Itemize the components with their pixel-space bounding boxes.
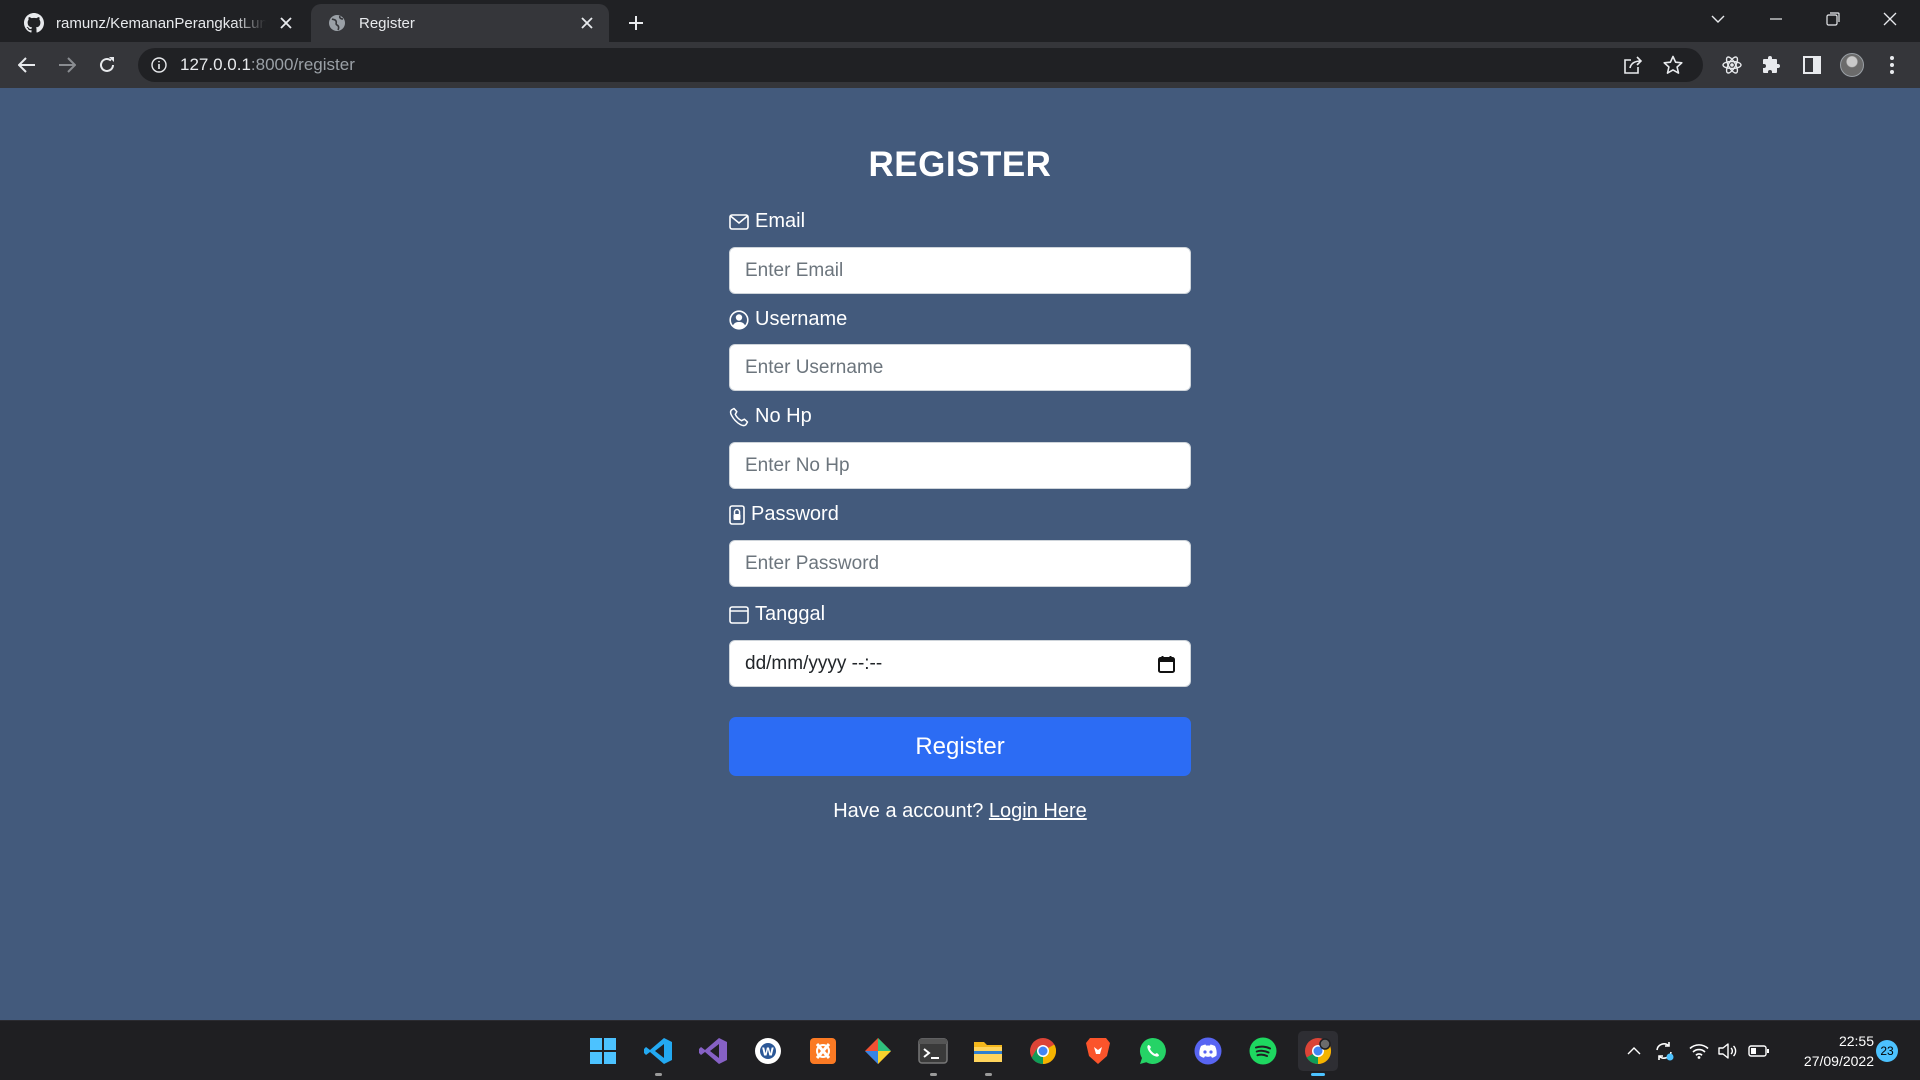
date-input[interactable]: dd/mm/yyyy --:-- [729, 640, 1191, 687]
file-explorer-icon[interactable] [968, 1031, 1008, 1076]
show-hidden-icons-chevron-icon[interactable] [1621, 1037, 1647, 1065]
react-devtools-icon[interactable] [1716, 49, 1748, 81]
close-tab-icon[interactable] [274, 11, 298, 35]
password-label: Password [729, 503, 839, 526]
password-input[interactable] [729, 540, 1191, 587]
close-tab-icon[interactable] [575, 11, 599, 35]
avatar-image [1840, 53, 1864, 77]
globe-icon [327, 13, 347, 33]
more-menu-icon[interactable] [1876, 49, 1908, 81]
lock-icon [729, 504, 745, 525]
register-button[interactable]: Register [729, 717, 1191, 776]
wifi-icon[interactable] [1686, 1037, 1712, 1065]
chrome-icon[interactable] [1023, 1031, 1063, 1071]
url-path: :8000/register [250, 55, 355, 74]
tab-title: Register [359, 14, 415, 32]
visual-studio-icon[interactable] [693, 1031, 733, 1071]
clock-date: 27/09/2022 [1803, 1053, 1874, 1069]
username-label: Username [729, 308, 847, 331]
user-circle-icon [729, 309, 749, 330]
clock-time: 22:55 [1838, 1033, 1874, 1049]
tab-search-chevron-icon[interactable] [1690, 0, 1746, 38]
svg-text:W: W [762, 1046, 774, 1059]
xampp-icon[interactable] [803, 1031, 843, 1071]
calendar-picker-icon[interactable] [1158, 655, 1175, 673]
vscode-icon[interactable] [638, 1031, 678, 1076]
login-link[interactable]: Login Here [989, 800, 1087, 822]
calendar-icon [729, 605, 749, 624]
side-panel-icon[interactable] [1796, 49, 1828, 81]
phone-label: No Hp [729, 405, 812, 428]
discord-icon[interactable] [1188, 1031, 1228, 1071]
tab-github[interactable]: ramunz/KemananPerangkatLunak [8, 4, 308, 42]
profile-avatar[interactable] [1836, 49, 1868, 81]
phone-icon [729, 407, 749, 426]
page-content: REGISTER Email Username No Hp Password T [0, 88, 1920, 1020]
browser-toolbar: 127.0.0.1:8000/register [0, 42, 1920, 88]
page-title: REGISTER [868, 145, 1052, 184]
date-label: Tanggal [729, 603, 825, 626]
email-label: Email [729, 210, 805, 233]
tab-title: ramunz/KemananPerangkatLunak [56, 14, 266, 32]
extensions-puzzle-icon[interactable] [1756, 49, 1788, 81]
url-host: 127.0.0.1 [180, 55, 251, 74]
spotify-icon[interactable] [1243, 1031, 1283, 1071]
phone-input[interactable] [729, 442, 1191, 489]
login-prompt: Have a account? Login Here [729, 800, 1191, 823]
reload-icon[interactable] [91, 49, 123, 81]
tab-register[interactable]: Register [311, 4, 609, 42]
envelope-icon [729, 213, 749, 230]
windows-start-icon[interactable] [583, 1031, 623, 1071]
sync-icon[interactable] [1651, 1037, 1677, 1065]
running-indicator [930, 1073, 937, 1076]
notification-badge[interactable]: 23 [1876, 1040, 1898, 1062]
username-input[interactable] [729, 344, 1191, 391]
url-text: 127.0.0.1:8000/register [180, 55, 355, 75]
github-icon [24, 13, 44, 33]
running-indicator [655, 1073, 662, 1076]
email-input[interactable] [729, 247, 1191, 294]
restore-icon[interactable] [1805, 0, 1861, 38]
windows-taskbar: W 22:55 27/09/2022 23 [0, 1020, 1920, 1080]
terminal-icon[interactable] [913, 1031, 953, 1076]
date-input-value: dd/mm/yyyy --:-- [745, 652, 883, 674]
browser-tab-strip: ramunz/KemananPerangkatLunak Register [0, 0, 1920, 42]
close-window-icon[interactable] [1862, 0, 1918, 38]
battery-icon[interactable] [1746, 1037, 1772, 1065]
system-clock[interactable]: 22:55 27/09/2022 [1784, 1031, 1874, 1071]
chrome-active-icon[interactable] [1298, 1031, 1338, 1076]
bookmark-star-icon[interactable] [1659, 51, 1687, 79]
writer-icon[interactable]: W [748, 1031, 788, 1071]
share-icon[interactable] [1619, 51, 1647, 79]
date-label-text: Tanggal [755, 603, 826, 625]
email-label-text: Email [755, 210, 806, 232]
running-indicator [985, 1073, 992, 1076]
login-prompt-text: Have a account? [833, 800, 984, 822]
username-label-text: Username [755, 308, 848, 330]
forward-arrow-icon[interactable] [51, 49, 83, 81]
back-arrow-icon[interactable] [11, 49, 43, 81]
git-icon[interactable] [858, 1031, 898, 1071]
phone-label-text: No Hp [755, 405, 812, 427]
active-indicator [1311, 1073, 1325, 1076]
new-tab-button[interactable] [622, 9, 650, 37]
info-icon[interactable] [150, 56, 168, 74]
address-bar[interactable]: 127.0.0.1:8000/register [138, 48, 1703, 82]
brave-icon[interactable] [1078, 1031, 1118, 1071]
password-label-text: Password [751, 503, 839, 525]
whatsapp-icon[interactable] [1133, 1031, 1173, 1071]
volume-icon[interactable] [1715, 1037, 1741, 1065]
minimize-icon[interactable] [1748, 0, 1804, 38]
